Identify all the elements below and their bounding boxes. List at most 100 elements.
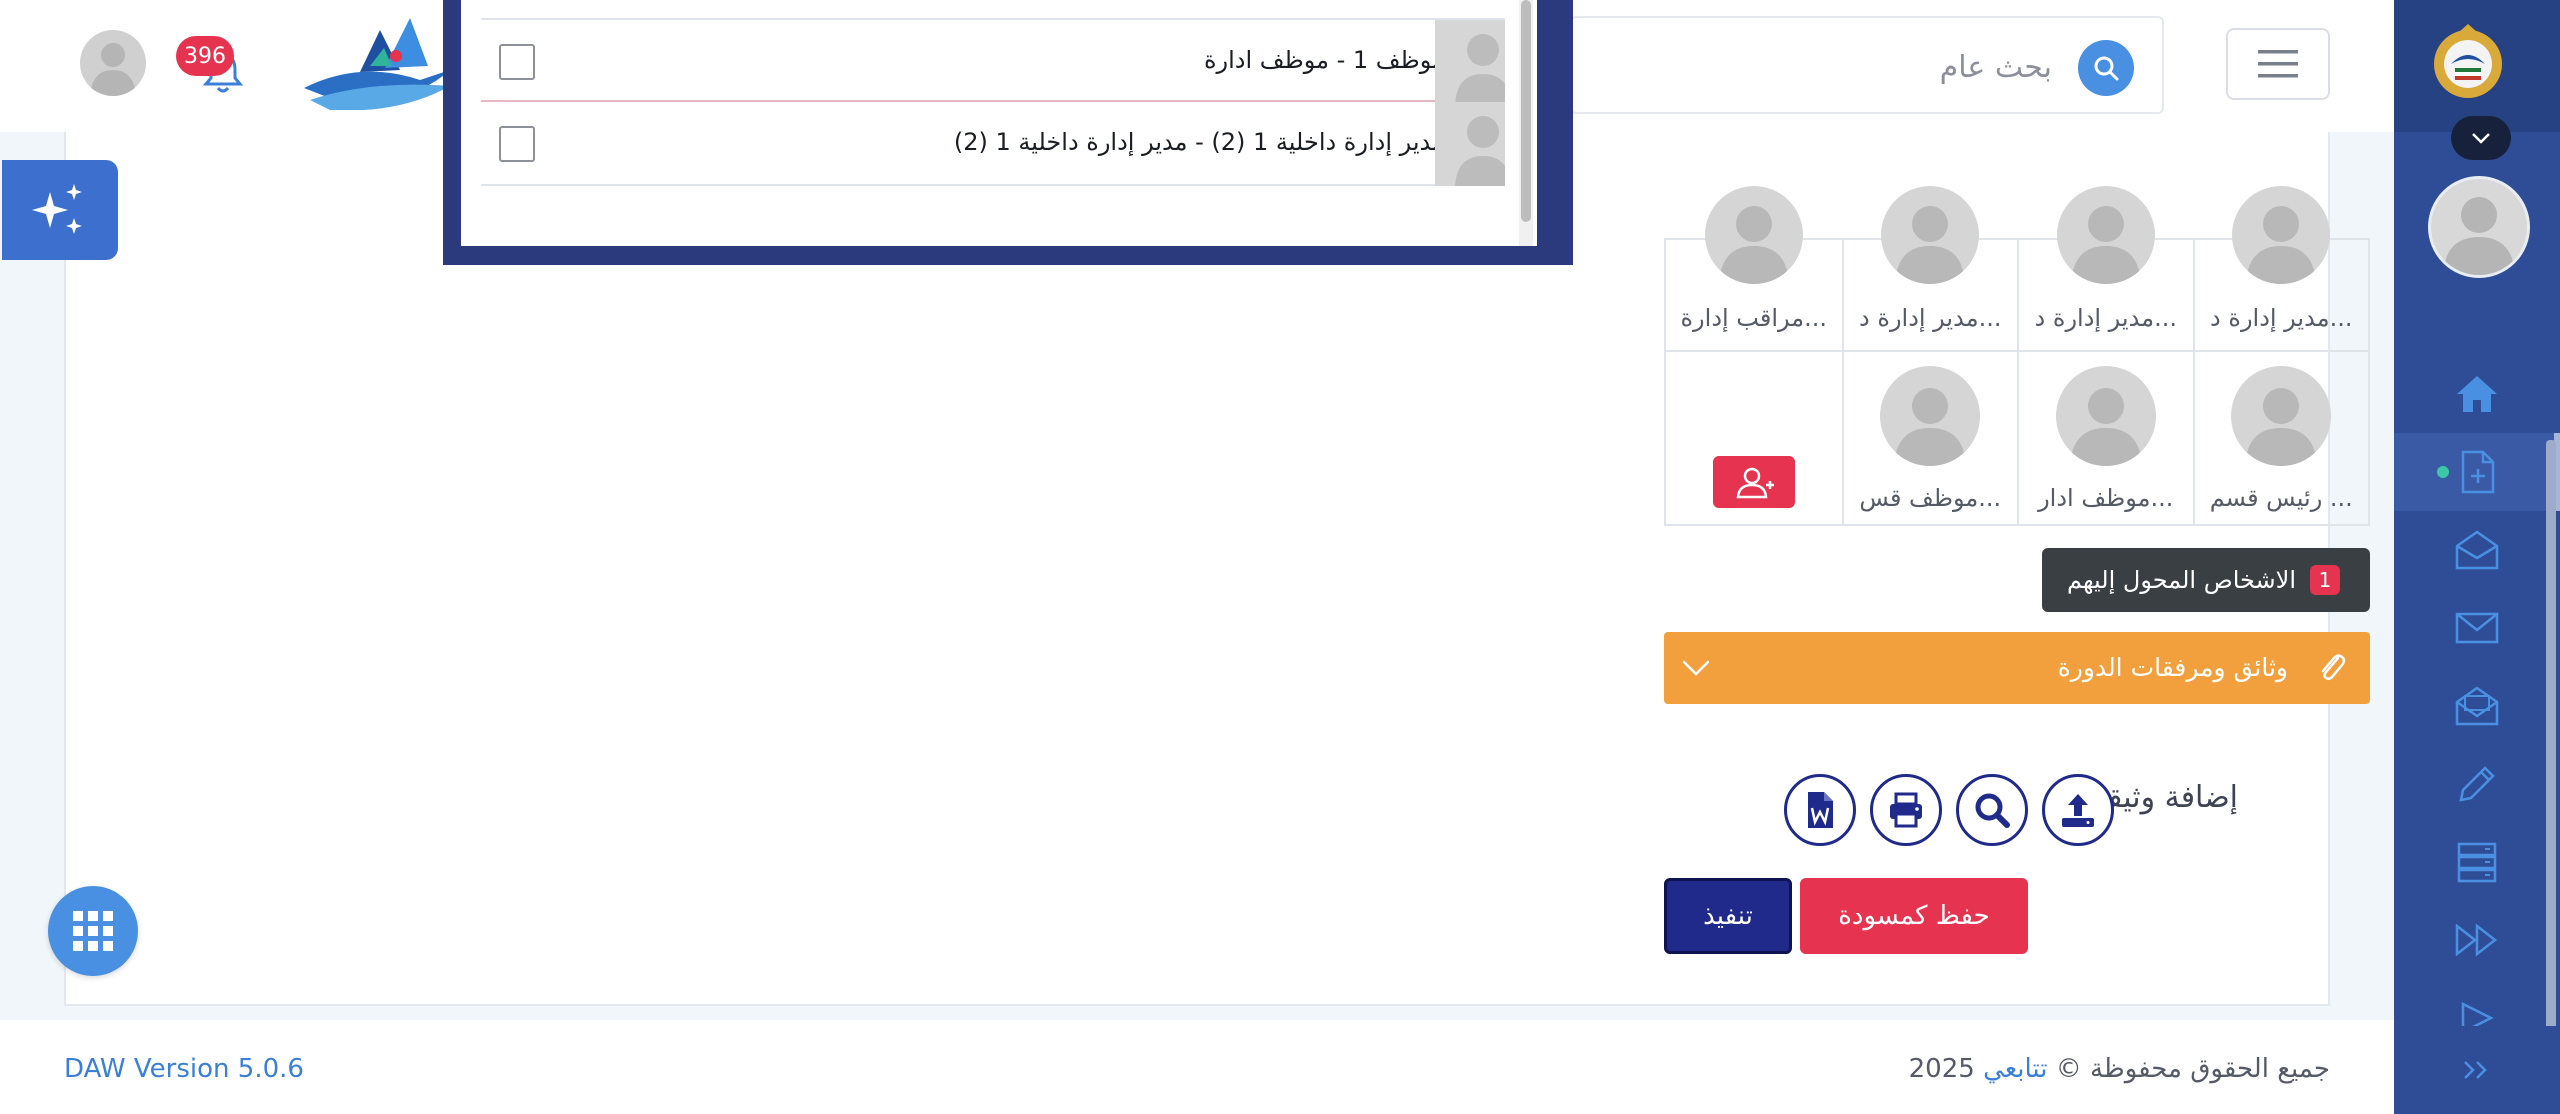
word-document-button[interactable] xyxy=(1784,774,1856,846)
sidebar-item-home[interactable] xyxy=(2394,355,2560,433)
attachments-accordion[interactable]: وثائق ومرفقات الدورة xyxy=(1664,632,2370,704)
recipient-checkbox[interactable] xyxy=(499,126,535,162)
sidebar-header xyxy=(2394,0,2560,132)
grid-icon xyxy=(73,911,113,951)
person-avatar xyxy=(1881,186,1980,284)
copyright-prefix: جميع الحقوق محفوظة © xyxy=(2055,1054,2330,1084)
person-card[interactable]: رئيس قسم ... xyxy=(2192,352,2369,526)
add-person-button[interactable] xyxy=(1712,456,1795,508)
people-row: رئيس قسم ... موظف ادار... موظف قس... xyxy=(1666,352,2368,526)
recipient-avatar xyxy=(1435,20,1505,104)
sidebar-item-new-document[interactable] xyxy=(2394,433,2560,511)
list-item[interactable]: موظف 1 - موظف ادارة xyxy=(481,18,1505,104)
popup-body: موظف 1 - موظف ادارة مدير إدارة داخلية 1 … xyxy=(461,0,1537,246)
person-name: مدير إدارة د... xyxy=(2034,304,2177,332)
hamburger-icon xyxy=(2258,50,2298,78)
sidebar-item-inbox[interactable] xyxy=(2394,511,2560,589)
recipients-popup: موظف 1 - موظف ادارة مدير إدارة داخلية 1 … xyxy=(443,0,1573,265)
copyright: جميع الحقوق محفوظة © تتابعي 2025 xyxy=(1909,1054,2330,1084)
transferred-people-button[interactable]: الاشخاص المحول إليهم 1 xyxy=(2042,548,2370,612)
app-version: DAW Version 5.0.6 xyxy=(64,1054,304,1084)
ai-assistant-button[interactable] xyxy=(2,160,118,260)
sparkles-icon xyxy=(32,184,82,234)
person-avatar xyxy=(1704,186,1803,284)
fast-forward-icon xyxy=(2455,923,2498,957)
person-card[interactable]: موظف ادار... xyxy=(2017,352,2193,526)
notification-badge: 396 xyxy=(176,36,234,76)
save-draft-button[interactable]: حفظ كمسودة xyxy=(1800,878,2028,954)
person-avatar xyxy=(2232,186,2331,284)
sidebar-item-edit[interactable] xyxy=(2394,745,2560,823)
person-card[interactable]: مدير إدارة د... xyxy=(2192,186,2369,350)
recipient-list: موظف 1 - موظف ادارة مدير إدارة داخلية 1 … xyxy=(481,0,1521,246)
upload-button[interactable] xyxy=(2042,774,2114,846)
user-avatar[interactable] xyxy=(80,30,146,96)
person-name: موظف ادار... xyxy=(2038,484,2174,512)
menu-toggle-button[interactable] xyxy=(2226,28,2330,100)
add-user-icon xyxy=(1736,467,1774,499)
global-search xyxy=(1570,16,2164,114)
person-avatar xyxy=(1880,366,1981,466)
word-file-icon xyxy=(1808,792,1833,828)
list-item[interactable]: مدير إدارة داخلية 1 (2) - مدير إدارة داخ… xyxy=(481,102,1505,186)
person-name: مدير إدارة د... xyxy=(1859,304,2002,332)
state-emblem-icon xyxy=(2434,24,2502,98)
person-avatar xyxy=(2056,186,2155,284)
add-person-cell xyxy=(1666,352,1842,526)
app-logo xyxy=(300,10,460,111)
sidebar-collapse-button[interactable] xyxy=(2394,1026,2560,1114)
person-card[interactable]: موظف قس... xyxy=(1841,352,2018,526)
people-row: مدير إدارة د... مدير إدارة د... مدير إدا… xyxy=(1666,186,2369,352)
sidebar-scrollbar[interactable] xyxy=(2546,440,2556,1080)
person-name: مراقب إدارة... xyxy=(1680,304,1827,332)
chevron-down-icon xyxy=(2472,133,2490,144)
recipient-label: مدير إدارة داخلية 1 (2) - مدير إدارة داخ… xyxy=(953,128,1445,156)
mail-bulk-icon xyxy=(2455,686,2499,726)
person-card[interactable]: مراقب إدارة... xyxy=(1666,186,1842,350)
people-grid: مدير إدارة د... مدير إدارة د... مدير إدا… xyxy=(1664,186,2370,526)
sidebar-item-archive[interactable] xyxy=(2394,823,2560,901)
apps-menu-button[interactable] xyxy=(48,886,138,976)
magnifier-icon xyxy=(1975,793,2010,828)
home-icon xyxy=(2457,376,2497,412)
search-document-button[interactable] xyxy=(1956,774,2028,846)
printer-icon xyxy=(1890,792,1922,828)
sidebar-item-forwarded[interactable] xyxy=(2394,901,2560,979)
transferred-count-badge: 1 xyxy=(2310,565,2340,595)
person-card[interactable]: مدير إدارة د... xyxy=(1841,186,2018,350)
server-icon xyxy=(2457,842,2497,883)
transferred-label: الاشخاص المحول إليهم xyxy=(2067,566,2296,594)
search-icon[interactable] xyxy=(2078,40,2134,96)
sidebar-menu xyxy=(2394,355,2560,1057)
person-name: موظف قس... xyxy=(1859,484,2002,512)
sidebar-item-received[interactable] xyxy=(2394,667,2560,745)
sidebar-item-mail[interactable] xyxy=(2394,589,2560,667)
envelope-icon xyxy=(2455,612,2499,644)
envelope-open-icon xyxy=(2455,530,2499,570)
person-name: رئيس قسم ... xyxy=(2209,484,2353,512)
sidebar-user-avatar[interactable] xyxy=(2428,176,2530,278)
double-chevron-right-icon xyxy=(2464,1061,2487,1079)
print-button[interactable] xyxy=(1870,774,1942,846)
popup-scrollbar[interactable] xyxy=(1519,0,1533,246)
person-card[interactable]: مدير إدارة د... xyxy=(2017,186,2193,350)
scrollbar-thumb[interactable] xyxy=(1521,0,1531,222)
upload-icon xyxy=(2062,794,2094,827)
search-input[interactable] xyxy=(1592,42,2052,92)
right-sidebar xyxy=(2394,0,2560,1114)
new-file-icon xyxy=(2461,450,2495,494)
recipient-avatar xyxy=(1435,102,1505,186)
recipient-checkbox[interactable] xyxy=(499,44,535,80)
brand-link[interactable]: تتابعي xyxy=(1983,1054,2047,1084)
person-name: مدير إدارة د... xyxy=(2210,304,2353,332)
person-avatar xyxy=(2231,366,2332,466)
paperclip-icon xyxy=(2321,654,2346,681)
pencil-icon xyxy=(2459,766,2495,802)
execute-button[interactable]: تنفيذ xyxy=(1664,878,1792,954)
recipient-label: موظف 1 - موظف ادارة xyxy=(1203,46,1445,74)
active-indicator-dot xyxy=(2437,466,2449,478)
page-footer: DAW Version 5.0.6 جميع الحقوق محفوظة © ت… xyxy=(0,1020,2394,1114)
sidebar-expand-button[interactable] xyxy=(2451,116,2511,160)
person-avatar xyxy=(2055,366,2156,466)
copyright-year: 2025 xyxy=(1908,1054,1975,1084)
